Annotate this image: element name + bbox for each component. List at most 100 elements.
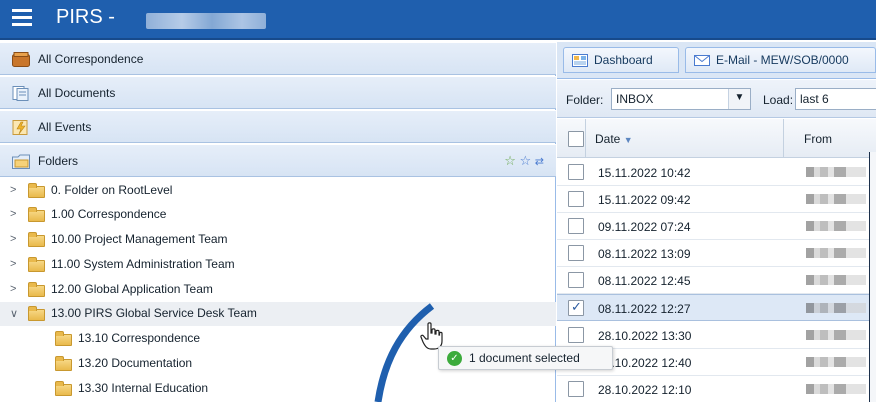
column-header-date[interactable]: Date ▼ (595, 132, 633, 146)
resize-handle[interactable] (869, 152, 876, 402)
table-row[interactable]: 28.10.2022 12:10 (557, 376, 876, 402)
project-name-redacted (146, 13, 266, 29)
table-row[interactable]: 28.10.2022 13:30 (557, 322, 876, 349)
row-date: 28.10.2022 13:30 (598, 329, 692, 343)
table-row-selected[interactable]: 08.11.2022 12:27 (557, 294, 876, 321)
row-date: 28.10.2022 12:10 (598, 383, 692, 397)
row-checkbox[interactable] (568, 272, 584, 288)
mail-toolbar: Folder: INBOX ▼ Load: last 6 (557, 80, 876, 118)
folder-icon (28, 282, 45, 297)
row-from-redacted (806, 303, 866, 313)
documents-icon (12, 86, 29, 101)
row-checkbox[interactable] (568, 218, 584, 234)
row-from-redacted (806, 221, 866, 231)
row-from-redacted (806, 275, 866, 285)
tree-item[interactable]: 13.30 Internal Education (0, 377, 556, 401)
chevron-down-icon[interactable]: ▼ (728, 89, 750, 109)
tree-item-label: 0. Folder on RootLevel (51, 183, 173, 197)
row-checkbox[interactable] (568, 245, 584, 261)
tree-item[interactable]: > 11.00 System Administration Team (0, 253, 556, 277)
tab-label: E-Mail - MEW/SOB/0000 (716, 53, 849, 67)
hamburger-menu-icon[interactable] (12, 9, 32, 29)
folder-select[interactable]: INBOX ▼ (611, 88, 751, 110)
correspondence-icon (12, 52, 30, 67)
folder-tools: ☆ ☆ ⇄ (504, 153, 544, 169)
table-row[interactable]: 08.11.2022 13:09 (557, 240, 876, 267)
expand-arrow-icon[interactable]: > (10, 184, 18, 196)
row-date: 08.11.2022 13:09 (598, 247, 691, 261)
section-all-correspondence[interactable]: All Correspondence (0, 42, 556, 75)
row-checkbox[interactable] (568, 381, 584, 397)
row-from-redacted (806, 194, 866, 204)
star-green-icon[interactable]: ☆ (504, 153, 516, 168)
section-label: All Correspondence (38, 52, 144, 66)
tree-item-label: 12.00 Global Application Team (51, 282, 213, 296)
row-date: 08.11.2022 12:27 (598, 302, 691, 316)
expand-arrow-icon[interactable]: > (10, 283, 18, 295)
section-folders[interactable]: Folders ☆ ☆ ⇄ (0, 144, 556, 177)
folder-icon (28, 183, 45, 198)
tree-item[interactable]: > 12.00 Global Application Team (0, 278, 556, 302)
tree-item[interactable]: > 1.00 Correspondence (0, 203, 556, 227)
folders-icon (12, 154, 30, 169)
row-checkbox[interactable] (568, 191, 584, 207)
tree-item-label: 10.00 Project Management Team (51, 232, 228, 246)
tab-email[interactable]: E-Mail - MEW/SOB/0000 (685, 47, 876, 73)
tab-label: Dashboard (594, 53, 653, 67)
row-checkbox-checked[interactable] (568, 299, 584, 316)
drag-status-tooltip: ✓ 1 document selected (438, 346, 613, 370)
folder-icon (28, 232, 45, 247)
table-row[interactable]: 15.11.2022 10:42 (557, 159, 876, 186)
row-date: 09.11.2022 07:24 (598, 220, 691, 234)
section-label: All Documents (38, 86, 116, 100)
row-checkbox[interactable] (568, 327, 584, 343)
expand-arrow-icon[interactable]: > (10, 233, 18, 245)
tree-item-label: 13.20 Documentation (78, 356, 193, 370)
row-date: 15.11.2022 09:42 (598, 193, 691, 207)
star-blue-icon[interactable]: ☆ (520, 153, 532, 168)
title-bar: PIRS - (0, 0, 876, 40)
events-icon (12, 120, 28, 135)
row-checkbox[interactable] (568, 164, 584, 180)
table-row[interactable]: 09.11.2022 07:24 (557, 213, 876, 240)
row-date: 08.11.2022 12:45 (598, 274, 691, 288)
tooltip-text: 1 document selected (469, 351, 580, 365)
tree-item[interactable]: > 10.00 Project Management Team (0, 228, 556, 252)
row-from-redacted (806, 330, 866, 340)
tree-item-label: 13.10 Correspondence (78, 331, 201, 345)
select-all-checkbox[interactable] (568, 131, 584, 147)
folder-icon (55, 381, 72, 396)
folder-select-value: INBOX (616, 92, 654, 106)
tree-item[interactable]: > 0. Folder on RootLevel (0, 179, 556, 203)
expand-arrow-icon[interactable]: > (10, 208, 18, 220)
sort-desc-icon: ▼ (623, 135, 633, 145)
grid-header: Date ▼ From (557, 119, 876, 158)
load-label: Load: (763, 93, 794, 107)
refresh-icon[interactable]: ⇄ (535, 156, 544, 168)
row-from-redacted (806, 167, 866, 177)
table-row[interactable]: 08.11.2022 12:45 (557, 267, 876, 294)
tree-item-label: 13.00 PIRS Global Service Desk Team (51, 306, 257, 320)
row-from-redacted (806, 248, 866, 258)
tree-item-label: 11.00 System Administration Team (51, 257, 235, 271)
folder-icon (55, 331, 72, 346)
section-all-documents[interactable]: All Documents (0, 76, 556, 109)
row-from-redacted (806, 384, 866, 394)
table-row[interactable]: 15.11.2022 09:42 (557, 186, 876, 213)
tab-dashboard[interactable]: Dashboard (563, 47, 679, 73)
section-label: All Events (38, 120, 92, 134)
tab-bar: Dashboard E-Mail - MEW/SOB/0000 (557, 42, 876, 79)
row-date: 15.11.2022 10:42 (598, 166, 691, 180)
tree-item-selected[interactable]: ∨ 13.00 PIRS Global Service Desk Team (0, 302, 556, 326)
section-all-events[interactable]: All Events (0, 110, 556, 143)
load-select[interactable]: last 6 (795, 88, 876, 110)
expand-arrow-icon[interactable]: > (10, 258, 18, 270)
tree-item-label: 1.00 Correspondence (51, 207, 167, 221)
column-header-from[interactable]: From (804, 132, 832, 146)
folder-icon (28, 257, 45, 272)
load-select-value: last 6 (800, 92, 829, 106)
folder-icon (28, 207, 45, 222)
collapse-arrow-icon[interactable]: ∨ (10, 307, 18, 320)
email-icon (694, 55, 710, 66)
folder-label: Folder: (566, 93, 604, 107)
